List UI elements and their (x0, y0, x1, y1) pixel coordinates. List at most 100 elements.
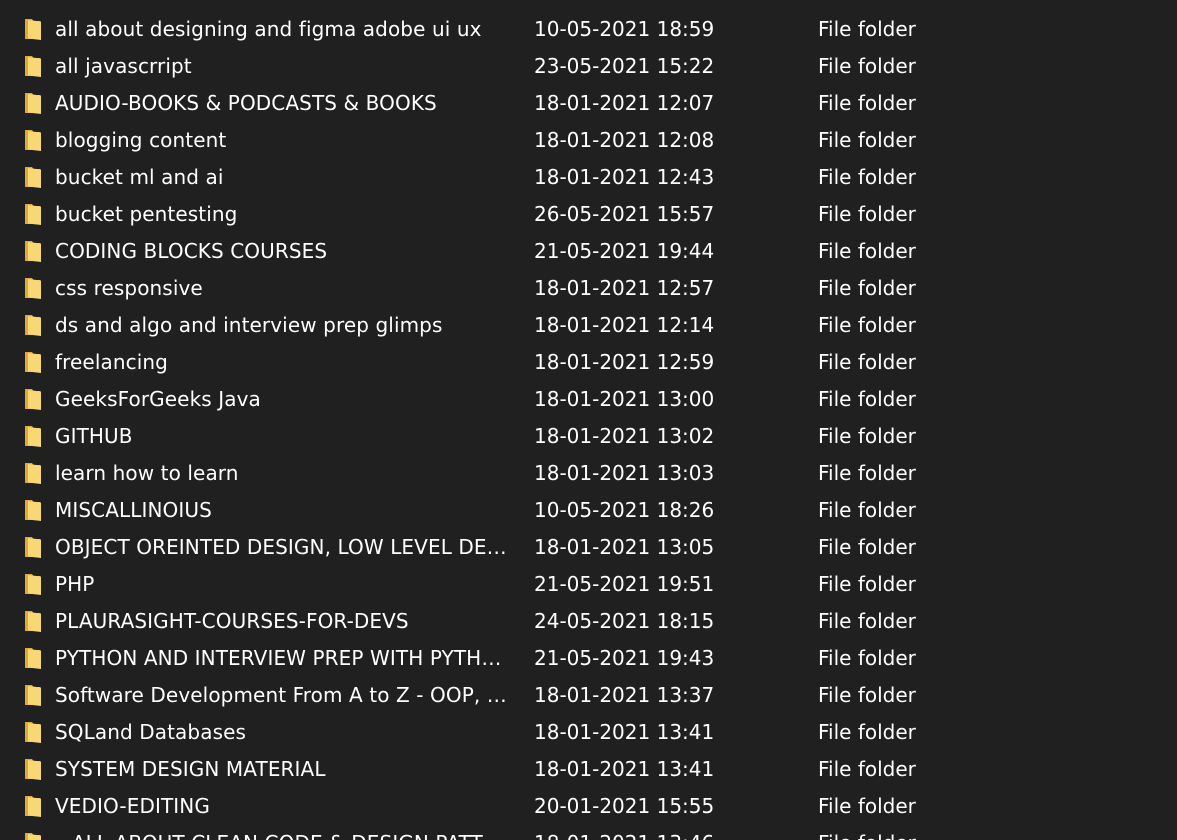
folder-row[interactable]: GeeksForGeeks Java 18-01-2021 13:00 File f… (0, 381, 1177, 418)
folder-name: css responsive (55, 276, 203, 300)
folder-row[interactable]: bucket ml and ai 18-01-2021 12:43 File fol… (0, 159, 1177, 196)
folder-name: SQLand Databases (55, 720, 247, 744)
item-type: File folder (818, 54, 916, 78)
folder-name: PHP (55, 572, 95, 596)
date-modified: 18-01-2021 12:43 (534, 165, 715, 189)
folder-icon (24, 609, 42, 633)
item-type: File folder (818, 498, 916, 522)
item-type: File folder (818, 128, 916, 152)
folder-name: VEDIO-EDITING (55, 794, 210, 818)
item-type: File folder (818, 350, 916, 374)
date-modified: 18-01-2021 12:14 (534, 313, 715, 337)
date-modified: 18-01-2021 13:46 (534, 825, 714, 840)
item-type: File folder (818, 387, 916, 411)
folder-row[interactable]: css responsive 18-01-2021 12:57 File folde… (0, 270, 1177, 307)
folder-icon (24, 387, 42, 411)
date-modified: 24-05-2021 18:15 (534, 609, 715, 633)
folder-name: CODING BLOCKS COURSES (55, 239, 328, 263)
date-modified: 18-01-2021 13:02 (534, 424, 715, 448)
folder-name: PYTHON AND INTERVIEW PREP WITH PYTHON (55, 646, 510, 670)
folder-row[interactable]: SQLand Databases 18-01-2021 13:41 File fol… (0, 714, 1177, 751)
folder-icon (24, 202, 42, 226)
folder-name: ds and algo and interview prep glimps (55, 313, 443, 337)
folder-icon (24, 17, 42, 41)
date-modified: 23-05-2021 15:22 (534, 54, 715, 78)
item-type: File folder (818, 239, 916, 263)
folder-row[interactable]: AUDIO-BOOKS & PODCASTS & BOOKS 18-01-2021… (0, 85, 1177, 122)
folder-row[interactable]: CODING BLOCKS COURSES 21-05-2021 19:44 Fil… (0, 233, 1177, 270)
folder-icon (24, 720, 42, 744)
folder-row[interactable]: MISCALLINOIUS 10-05-2021 18:26 File folder (0, 492, 1177, 529)
folder-icon (24, 239, 42, 263)
folder-name: GITHUB (55, 424, 133, 448)
item-type: File folder (818, 794, 916, 818)
folder-row[interactable]: GITHUB 18-01-2021 13:02 File folder (0, 418, 1177, 455)
folder-row[interactable]: blogging content 18-01-2021 12:08 File fol… (0, 122, 1177, 159)
folder-row[interactable]: SYSTEM DESIGN MATERIAL 18-01-2021 13:41 Fi… (0, 751, 1177, 788)
date-modified: 21-05-2021 19:51 (534, 572, 715, 596)
folder-name: learn how to learn (55, 461, 239, 485)
folder-name: freelancing (55, 350, 168, 374)
item-type: File folder (818, 609, 916, 633)
folder-icon (24, 54, 42, 78)
date-modified: 18-01-2021 13:03 (534, 461, 715, 485)
folder-name: GeeksForGeeks Java (55, 387, 261, 411)
folder-name: bucket pentesting (55, 202, 238, 226)
folder-name: SYSTEM DESIGN MATERIAL (55, 757, 326, 781)
folder-row[interactable]: all javascrript 23-05-2021 15:22 File fold… (0, 48, 1177, 85)
date-modified: 10-05-2021 18:26 (534, 498, 715, 522)
folder-row[interactable]: freelancing 18-01-2021 12:59 File folder (0, 344, 1177, 381)
date-modified: 18-01-2021 13:41 (534, 757, 715, 781)
folder-row[interactable]: OBJECT OREINTED DESIGN, LOW LEVEL DESIGN… (0, 529, 1177, 566)
folder-row[interactable]: PYTHON AND INTERVIEW PREP WITH PYTHON 21-… (0, 640, 1177, 677)
folder-icon (24, 165, 42, 189)
folder-row[interactable]: ds and algo and interview prep glimps 18-… (0, 307, 1177, 344)
folder-icon (24, 646, 42, 670)
item-type: File folder (818, 572, 916, 596)
date-modified: 18-01-2021 12:59 (534, 350, 715, 374)
folder-name: PLAURASIGHT-COURSES-FOR-DEVS (55, 609, 409, 633)
item-type: File folder (818, 535, 916, 559)
folder-icon (24, 313, 42, 337)
folder-name: all about designing and figma adobe ui u… (55, 17, 482, 41)
folder-icon (24, 350, 42, 374)
folder-row[interactable]: bucket pentesting 26-05-2021 15:57 File fo… (0, 196, 1177, 233)
item-type: File folder (818, 165, 916, 189)
folder-icon (24, 572, 42, 596)
date-modified: 18-01-2021 13:00 (534, 387, 715, 411)
folder-icon (24, 276, 42, 300)
folder-row[interactable]: Software Development From A to Z - OOP, … (0, 677, 1177, 714)
file-list: all about designing and figma adobe ui u… (0, 0, 1177, 840)
folder-row[interactable]: all about designing and figma adobe ui u… (0, 11, 1177, 48)
date-modified: 26-05-2021 15:57 (534, 202, 715, 226)
folder-icon (24, 535, 42, 559)
item-type: File folder (818, 91, 916, 115)
folder-name: OBJECT OREINTED DESIGN, LOW LEVEL DESIGN (55, 535, 510, 559)
date-modified: 18-01-2021 13:37 (534, 683, 715, 707)
item-type: File folder (818, 825, 916, 840)
item-type: File folder (818, 461, 916, 485)
date-modified: 18-01-2021 13:41 (534, 720, 715, 744)
folder-name: blogging content (55, 128, 227, 152)
folder-row[interactable]: VEDIO-EDITING 20-01-2021 15:55 File folder (0, 788, 1177, 825)
folder-row[interactable]: PLAURASIGHT-COURSES-FOR-DEVS 24-05-2021 1… (0, 603, 1177, 640)
folder-icon (24, 498, 42, 522)
folder-icon (24, 831, 42, 840)
item-type: File folder (818, 757, 916, 781)
date-modified: 20-01-2021 15:55 (534, 794, 715, 818)
date-modified: 21-05-2021 19:44 (534, 239, 715, 263)
item-type: File folder (818, 424, 916, 448)
folder-row[interactable]: ~ALL ABOUT CLEAN CODE & DESIGN PATTER...… (0, 825, 1177, 840)
folder-name: MISCALLINOIUS (55, 498, 212, 522)
folder-icon (24, 794, 42, 818)
folder-icon (24, 91, 42, 115)
folder-name: ~ALL ABOUT CLEAN CODE & DESIGN PATTER... (55, 825, 510, 840)
folder-row[interactable]: learn how to learn 18-01-2021 13:03 File f… (0, 455, 1177, 492)
date-modified: 18-01-2021 12:07 (534, 91, 715, 115)
folder-row[interactable]: PHP 21-05-2021 19:51 File folder (0, 566, 1177, 603)
item-type: File folder (818, 202, 916, 226)
date-modified: 18-01-2021 12:08 (534, 128, 715, 152)
folder-icon (24, 128, 42, 152)
item-type: File folder (818, 683, 916, 707)
date-modified: 21-05-2021 19:43 (534, 646, 715, 670)
